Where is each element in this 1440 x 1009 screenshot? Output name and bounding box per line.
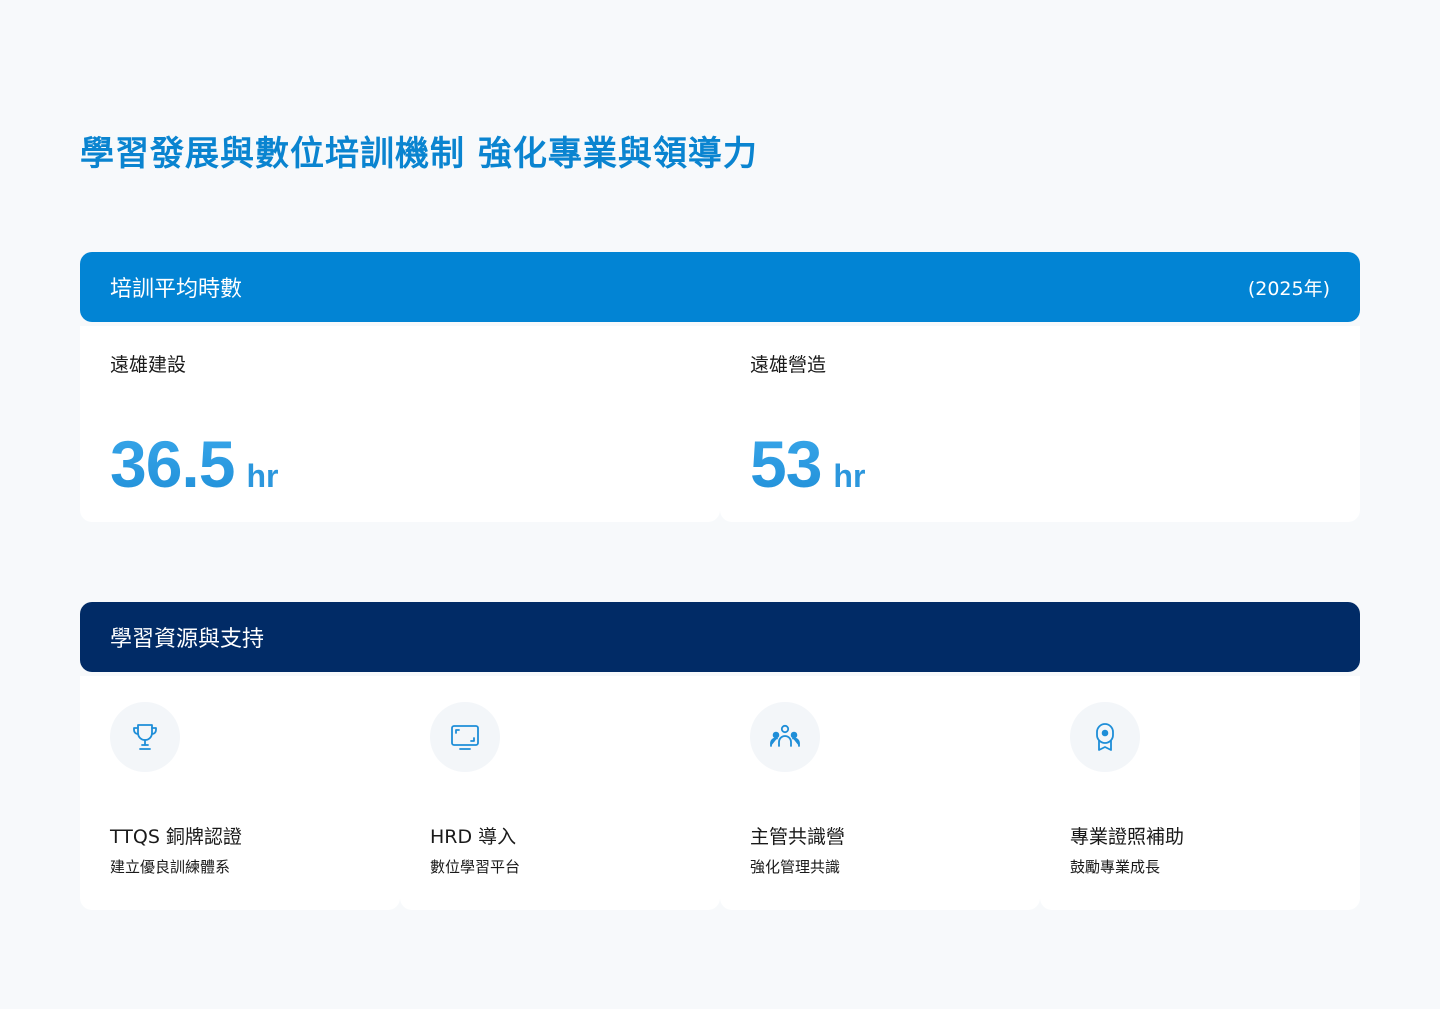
stat-value: 36.5 hr (110, 426, 278, 502)
resource-card-camp: 主管共識營 強化管理共識 (720, 676, 1040, 910)
resource-card-hrd: HRD 導入 數位學習平台 (400, 676, 720, 910)
resource-title: HRD 導入 (430, 826, 517, 848)
trophy-icon (110, 702, 180, 772)
stats-row: 遠雄建設 36.5 hr 遠雄營造 53 hr (80, 326, 1360, 522)
certificate-icon (1070, 702, 1140, 772)
resource-subtitle: 建立優良訓練體系 (110, 858, 231, 876)
resources-row: TTQS 銅牌認證 建立優良訓練體系 HRD 導入 數位學習平台 主管共識營 強… (80, 676, 1360, 910)
stat-value: 53 hr (750, 426, 865, 502)
resource-subtitle: 鼓勵專業成長 (1070, 858, 1161, 876)
page-title: 學習發展與數位培訓機制 強化專業與領導力 (80, 134, 758, 174)
stat-unit: hr (833, 458, 866, 494)
resource-card-ttqs: TTQS 銅牌認證 建立優良訓練體系 (80, 676, 400, 910)
resources-title: 學習資源與支持 (110, 627, 265, 652)
resource-title: 主管共識營 (750, 826, 846, 848)
training-hours-header: 培訓平均時數 (2025年) (80, 252, 1360, 322)
stat-card-construction: 遠雄建設 36.5 hr (80, 326, 720, 522)
training-hours-title: 培訓平均時數 (110, 277, 243, 302)
resource-card-license: 專業證照補助 鼓勵專業成長 (1040, 676, 1360, 910)
resource-subtitle: 數位學習平台 (430, 858, 521, 876)
resources-header: 學習資源與支持 (80, 602, 1360, 672)
training-hours-section: 培訓平均時數 (2025年) 遠雄建設 36.5 hr 遠雄營造 53 hr (80, 252, 1360, 522)
training-year: (2025年) (1247, 277, 1330, 300)
stat-number: 36.5 (110, 427, 235, 501)
resource-title: TTQS 銅牌認證 (110, 826, 242, 848)
stat-unit: hr (246, 458, 279, 494)
monitor-icon (430, 702, 500, 772)
resource-subtitle: 強化管理共識 (750, 858, 841, 876)
resource-title: 專業證照補助 (1070, 826, 1185, 848)
stat-number: 53 (750, 427, 822, 501)
stat-label: 遠雄營造 (750, 354, 827, 376)
resources-section: 學習資源與支持 TTQS 銅牌認證 建立優良訓練體系 HRD 導入 數位學習平台… (80, 602, 1360, 910)
group-icon (750, 702, 820, 772)
stat-label: 遠雄建設 (110, 354, 187, 376)
stat-card-building: 遠雄營造 53 hr (720, 326, 1360, 522)
